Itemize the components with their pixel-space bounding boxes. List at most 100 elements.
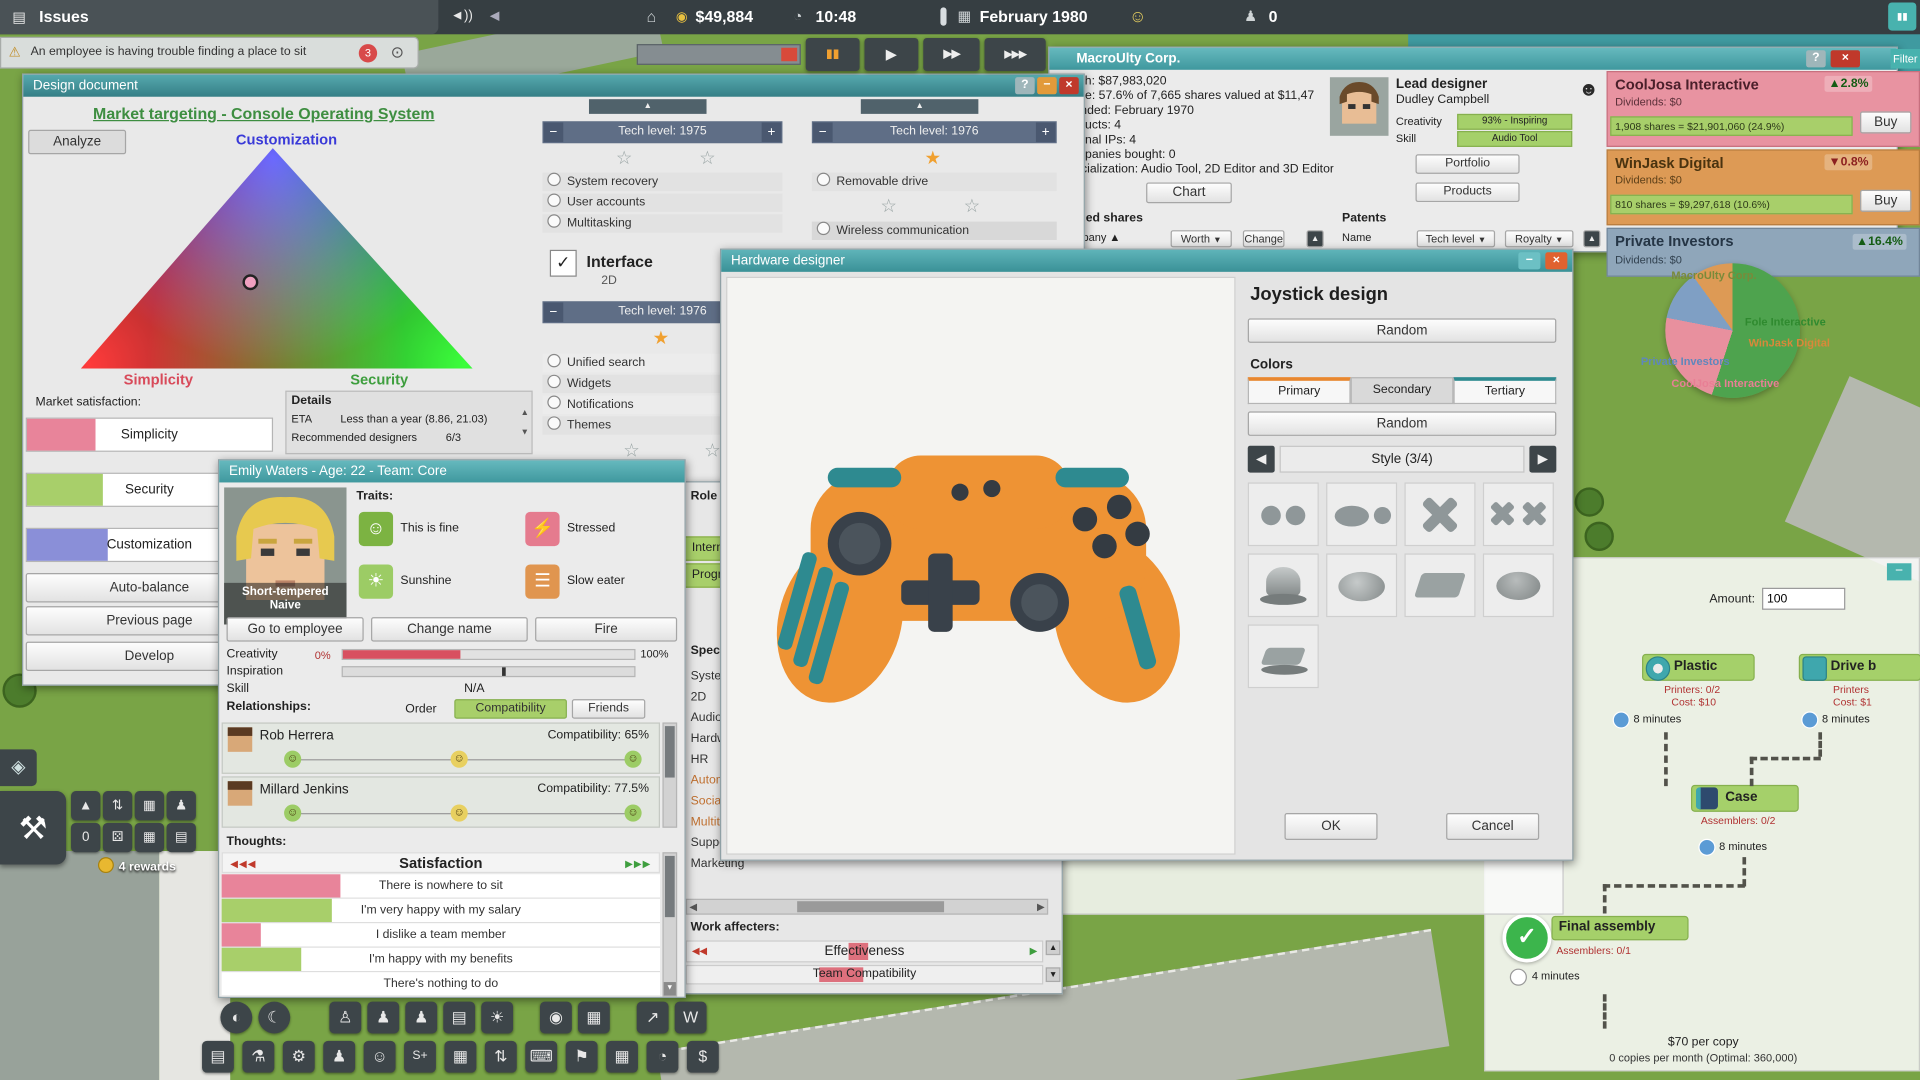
- pause-corner-button[interactable]: ▮▮: [1888, 2, 1917, 31]
- pause-button[interactable]: ▮▮: [805, 37, 860, 72]
- scroll-down-button[interactable]: ▼: [663, 982, 676, 996]
- collapse-button[interactable]: −: [543, 302, 564, 323]
- staff-icon[interactable]: ♟: [323, 1040, 356, 1073]
- star-icon[interactable]: ☆: [616, 147, 632, 169]
- feature-scroll-strip[interactable]: ▲: [860, 99, 979, 114]
- servers-icon[interactable]: ▤: [443, 1001, 476, 1034]
- feature-item[interactable]: Wireless communication: [811, 221, 1057, 240]
- build-tool-button[interactable]: ⚒: [0, 791, 67, 865]
- patent-name-column[interactable]: Name: [1342, 231, 1371, 243]
- star-icon[interactable]: ☆: [880, 195, 896, 217]
- skills-icon[interactable]: S+: [404, 1040, 436, 1073]
- schedule-icon[interactable]: ▦: [606, 1040, 638, 1073]
- tab-primary[interactable]: Primary: [1247, 377, 1351, 405]
- feature-checkbox[interactable]: [547, 416, 561, 430]
- products-button[interactable]: Products: [1415, 182, 1520, 203]
- rooms-button[interactable]: ▦: [134, 822, 165, 853]
- random-color-button[interactable]: Random: [1247, 411, 1557, 436]
- issues-section[interactable]: ▤ Issues: [0, 0, 439, 35]
- teams-icon[interactable]: ♟: [405, 1001, 438, 1034]
- elevation-button[interactable]: ⇅: [102, 791, 133, 821]
- spec-item[interactable]: HR: [691, 749, 709, 770]
- market-marker[interactable]: [242, 274, 259, 291]
- scroll-up-icon[interactable]: ▲: [520, 409, 528, 418]
- volume-icon[interactable]: ◄)): [451, 9, 473, 24]
- affecter-row[interactable]: ◀◀ Effectiveness ▶: [685, 940, 1044, 963]
- change-sort-dropdown[interactable]: Change: [1242, 230, 1285, 248]
- scrollbar-thumb[interactable]: [797, 901, 945, 913]
- portfolio-button[interactable]: Portfolio: [1415, 154, 1520, 174]
- scroll-down-button[interactable]: ▼: [1045, 967, 1061, 983]
- spec-item[interactable]: 2D: [691, 687, 707, 708]
- happiness-icon[interactable]: ☺: [363, 1040, 396, 1073]
- inspiration-thumb[interactable]: [502, 667, 506, 676]
- reports-icon[interactable]: ◔: [646, 1040, 679, 1073]
- furniture-button[interactable]: ▤: [166, 822, 196, 853]
- star-icon[interactable]: ☆: [964, 195, 980, 217]
- employee-window-titlebar[interactable]: Emily Waters - Age: 22 - Team: Core: [219, 460, 685, 483]
- star-icon-filled[interactable]: ★: [653, 327, 669, 349]
- stock-entry[interactable]: Private Investors Dividends: $0 ▲16.4%: [1606, 227, 1920, 277]
- relationship-row[interactable]: Millard Jenkins Compatibility: 77.5% ☺ ☺…: [221, 776, 660, 828]
- stock-entry[interactable]: CoolJosa Interactive Dividends: $0 ▲2.8%…: [1606, 71, 1920, 147]
- random-design-button[interactable]: Random: [1247, 318, 1557, 343]
- feature-item[interactable]: User accounts: [542, 193, 783, 212]
- chart-tab-button[interactable]: Chart: [1146, 182, 1232, 204]
- random-button[interactable]: ⚄: [102, 822, 133, 853]
- scrollbar-thumb[interactable]: [664, 855, 675, 918]
- feature-checkbox[interactable]: [816, 172, 831, 187]
- expand-button[interactable]: +: [1035, 122, 1056, 143]
- style-thumbnail[interactable]: [1482, 482, 1554, 547]
- mood-icon[interactable]: ☺: [1129, 6, 1147, 26]
- scroll-right-icon[interactable]: ▶: [1037, 901, 1045, 912]
- research-icon[interactable]: ⚗: [242, 1040, 275, 1073]
- collapse-button[interactable]: −: [543, 122, 564, 143]
- feature-checkbox[interactable]: [547, 214, 561, 228]
- arrow-right[interactable]: ▶: [1030, 945, 1038, 956]
- star-icon[interactable]: ☆: [704, 440, 720, 462]
- feature-checkbox[interactable]: [816, 221, 831, 236]
- feature-item[interactable]: Multitasking: [542, 214, 783, 233]
- horizontal-scrollbar[interactable]: ◀ ▶: [685, 898, 1049, 915]
- market-triangle[interactable]: [80, 148, 473, 369]
- style-thumbnail[interactable]: [1482, 553, 1554, 618]
- trade-icon[interactable]: ⇅: [484, 1040, 517, 1073]
- notification-bar[interactable]: ⚠ An employee is having trouble finding …: [0, 36, 419, 69]
- trend-icon[interactable]: ↗: [636, 1001, 669, 1034]
- inspiration-bar[interactable]: [341, 666, 636, 678]
- relationships-scrollbar[interactable]: [662, 722, 678, 828]
- interface-checkbox[interactable]: ✓: [549, 249, 577, 277]
- close-icon[interactable]: ×: [1830, 50, 1860, 68]
- close-icon[interactable]: ×: [1545, 252, 1568, 270]
- relationship-row[interactable]: Rob Herrera Compatibility: 65% ☺ ☺ ☺: [221, 722, 660, 774]
- cancel-button[interactable]: Cancel: [1446, 813, 1540, 840]
- feature-checkbox[interactable]: [547, 193, 561, 207]
- window-icon[interactable]: W: [674, 1001, 707, 1034]
- feature-checkbox[interactable]: [547, 353, 561, 368]
- feature-scroll-strip[interactable]: ▲: [588, 99, 707, 114]
- style-thumbnail[interactable]: [1247, 624, 1319, 689]
- spec-item[interactable]: Audio: [691, 708, 722, 729]
- world-icon[interactable]: ◐: [220, 1001, 253, 1034]
- daynight-icon[interactable]: ☾: [258, 1001, 291, 1034]
- design-document-titlebar[interactable]: Design document ? − ×: [23, 74, 1084, 97]
- scroll-up-button[interactable]: ▲: [1045, 940, 1061, 956]
- calendar-icon[interactable]: ▦: [577, 1001, 610, 1034]
- floor-counter[interactable]: 0: [71, 822, 101, 853]
- tab-secondary[interactable]: Secondary: [1350, 377, 1454, 405]
- slider-simplicity[interactable]: Simplicity: [25, 417, 274, 452]
- scrollbar-thumb[interactable]: [664, 726, 675, 778]
- scroll-left-icon[interactable]: ◀: [689, 901, 697, 912]
- stock-entry[interactable]: WinJask Digital Dividends: $0 ▼0.8% Buy …: [1606, 149, 1920, 226]
- close-icon[interactable]: ×: [1059, 77, 1079, 95]
- affecter-row[interactable]: Team Compatibility: [685, 964, 1044, 985]
- fastest-forward-button[interactable]: ▶▶▶: [984, 37, 1046, 72]
- filter-button[interactable]: Filter: [1890, 48, 1920, 69]
- thoughts-scrollbar[interactable]: ▼: [662, 852, 678, 997]
- products-icon[interactable]: ⌨: [525, 1040, 558, 1073]
- fire-button[interactable]: Fire: [535, 617, 678, 642]
- contracts-icon[interactable]: ▤: [202, 1040, 234, 1073]
- hardware-designer-titlebar[interactable]: Hardware designer − ×: [721, 249, 1573, 272]
- eye-icon[interactable]: ⊙: [391, 43, 404, 63]
- gear-icon[interactable]: ⚙: [282, 1040, 315, 1073]
